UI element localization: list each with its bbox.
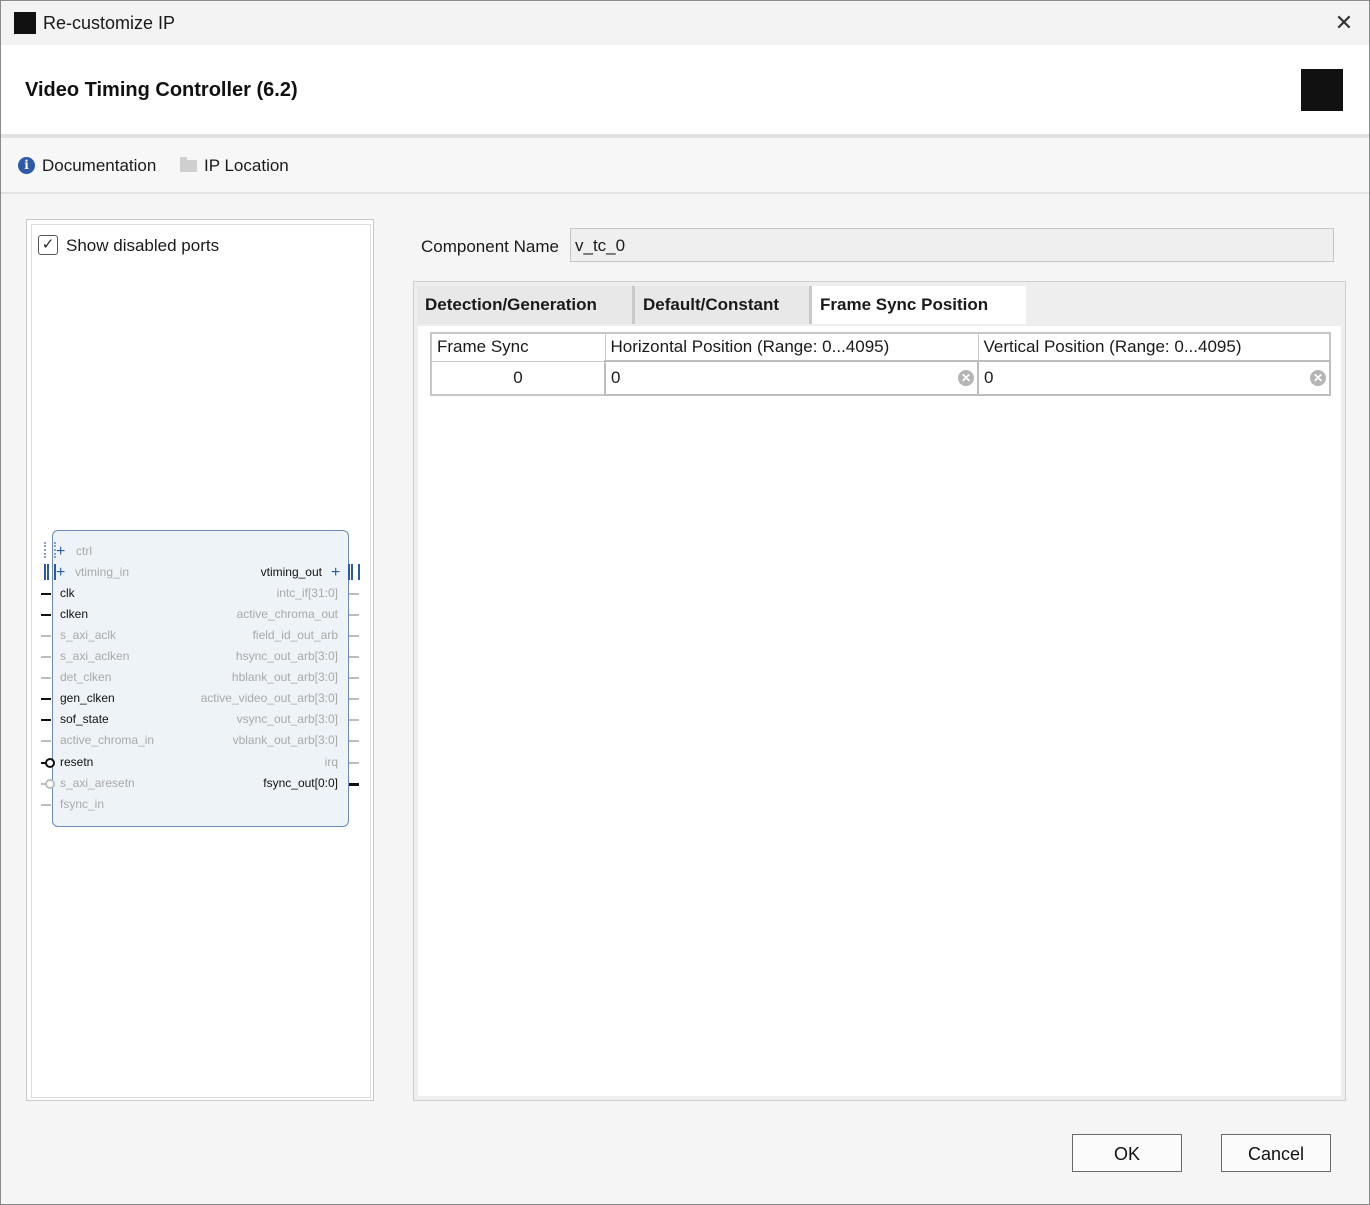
port-ctrl: ctrl bbox=[76, 544, 92, 558]
port-line bbox=[349, 698, 359, 700]
port-vsync-out-arb: vsync_out_arb[3:0] bbox=[236, 712, 338, 726]
tab-frame-sync-position[interactable]: Frame Sync Position bbox=[812, 286, 1026, 324]
clear-icon[interactable]: ✕ bbox=[1310, 370, 1326, 386]
port-active-chroma-out: active_chroma_out bbox=[236, 607, 338, 621]
active-low-icon bbox=[45, 779, 55, 789]
link-bar: i Documentation IP Location bbox=[1, 138, 1369, 194]
port-resetn: resetn bbox=[60, 755, 94, 769]
port-line bbox=[41, 804, 51, 806]
column-header-vertical-position: Vertical Position (Range: 0...4095) bbox=[977, 332, 1331, 362]
component-name-label: Component Name bbox=[421, 237, 559, 256]
ctrl-bus-icon bbox=[44, 542, 56, 558]
vertical-position-input[interactable]: 0 bbox=[984, 368, 993, 387]
frame-sync-cell: 0 bbox=[430, 360, 606, 396]
dialog-window: Re-customize IP ✕ Video Timing Controlle… bbox=[0, 0, 1370, 1205]
frame-sync-table: Frame Sync Horizontal Position (Range: 0… bbox=[430, 332, 1331, 396]
port-vblank-out-arb: vblank_out_arb[3:0] bbox=[232, 733, 338, 747]
port-line bbox=[349, 614, 359, 616]
port-line bbox=[349, 740, 359, 742]
app-logo-icon bbox=[14, 12, 36, 34]
port-line bbox=[41, 593, 51, 595]
table-row: 0 0 ✕ 0 ✕ bbox=[430, 360, 1331, 396]
port-active-chroma-in: active_chroma_in bbox=[60, 733, 155, 747]
vertical-position-cell[interactable]: 0 ✕ bbox=[977, 360, 1331, 396]
port-s-axi-aclken: s_axi_aclken bbox=[60, 649, 130, 663]
port-field-id-out-arb: field_id_out_arb bbox=[252, 628, 338, 642]
port-vtiming-out: vtiming_out bbox=[260, 565, 322, 579]
tab-body: Frame Sync Horizontal Position (Range: 0… bbox=[418, 326, 1341, 1096]
port-line bbox=[349, 593, 359, 595]
port-line bbox=[349, 719, 359, 721]
port-line bbox=[349, 783, 359, 786]
port-line bbox=[41, 614, 51, 616]
tab-default-constant[interactable]: Default/Constant bbox=[635, 286, 812, 324]
component-name-field[interactable]: v_tc_0 bbox=[570, 228, 1334, 262]
port-vtiming-in: vtiming_in bbox=[75, 565, 130, 579]
active-low-icon bbox=[45, 758, 55, 768]
show-disabled-ports-label: Show disabled ports bbox=[66, 236, 220, 255]
clear-icon[interactable]: ✕ bbox=[958, 370, 974, 386]
tab-detection-generation[interactable]: Detection/Generation bbox=[417, 286, 635, 324]
documentation-link[interactable]: Documentation bbox=[42, 156, 156, 176]
page-title: Video Timing Controller (6.2) bbox=[25, 79, 298, 101]
port-line bbox=[41, 635, 51, 637]
ip-header: Video Timing Controller (6.2) bbox=[1, 45, 1369, 138]
port-gen-clken: gen_clken bbox=[60, 691, 115, 705]
tab-container: Detection/Generation Default/Constant Fr… bbox=[413, 281, 1346, 1101]
horizontal-position-input[interactable]: 0 bbox=[611, 368, 620, 387]
ok-button[interactable]: OK bbox=[1072, 1134, 1182, 1172]
ip-location-link[interactable]: IP Location bbox=[204, 156, 289, 176]
port-line bbox=[41, 719, 51, 721]
port-line bbox=[41, 698, 51, 700]
port-fsync-out: fsync_out[0:0] bbox=[263, 776, 338, 790]
amd-logo-icon bbox=[1301, 69, 1343, 111]
port-line bbox=[349, 656, 359, 658]
port-line bbox=[349, 677, 359, 679]
vtiming-out-expand-icon[interactable]: + bbox=[331, 565, 340, 581]
port-fsync-in: fsync_in bbox=[60, 797, 105, 811]
vtiming-in-expand-icon[interactable]: + bbox=[56, 565, 65, 581]
port-line bbox=[349, 762, 359, 764]
port-line bbox=[349, 635, 359, 637]
ctrl-expand-icon[interactable]: + bbox=[56, 544, 65, 560]
config-panel: Component Name v_tc_0 Detection/Generati… bbox=[413, 220, 1346, 1101]
port-det-clken: det_clken bbox=[60, 670, 112, 684]
port-line bbox=[41, 656, 51, 658]
column-header-horizontal-position: Horizontal Position (Range: 0...4095) bbox=[604, 332, 979, 362]
show-disabled-ports-checkbox[interactable]: ✓ bbox=[38, 235, 58, 255]
cancel-button[interactable]: Cancel bbox=[1221, 1134, 1331, 1172]
column-header-frame-sync: Frame Sync bbox=[430, 332, 606, 362]
vtiming-out-bus-icon bbox=[348, 564, 360, 580]
port-hsync-out-arb: hsync_out_arb[3:0] bbox=[235, 649, 338, 663]
port-s-axi-aresetn: s_axi_aresetn bbox=[60, 776, 135, 790]
title-bar: Re-customize IP ✕ bbox=[1, 1, 1369, 45]
folder-icon bbox=[180, 157, 197, 172]
horizontal-position-cell[interactable]: 0 ✕ bbox=[604, 360, 979, 396]
port-sof-state: sof_state bbox=[60, 712, 109, 726]
vtiming-in-bus-icon bbox=[44, 564, 56, 580]
port-hblank-out-arb: hblank_out_arb[3:0] bbox=[231, 670, 338, 684]
port-line bbox=[41, 677, 51, 679]
port-line bbox=[41, 740, 51, 742]
window-title: Re-customize IP bbox=[43, 13, 176, 33]
info-icon: i bbox=[18, 157, 35, 174]
port-s-axi-aclk: s_axi_aclk bbox=[60, 628, 117, 642]
port-intc-if: intc_if[31:0] bbox=[276, 586, 338, 600]
port-irq: irq bbox=[324, 755, 338, 769]
port-clken: clken bbox=[60, 607, 89, 621]
port-active-video-out-arb: active_video_out_arb[3:0] bbox=[200, 691, 338, 705]
close-icon[interactable]: ✕ bbox=[1327, 9, 1361, 37]
port-clk: clk bbox=[60, 586, 75, 600]
